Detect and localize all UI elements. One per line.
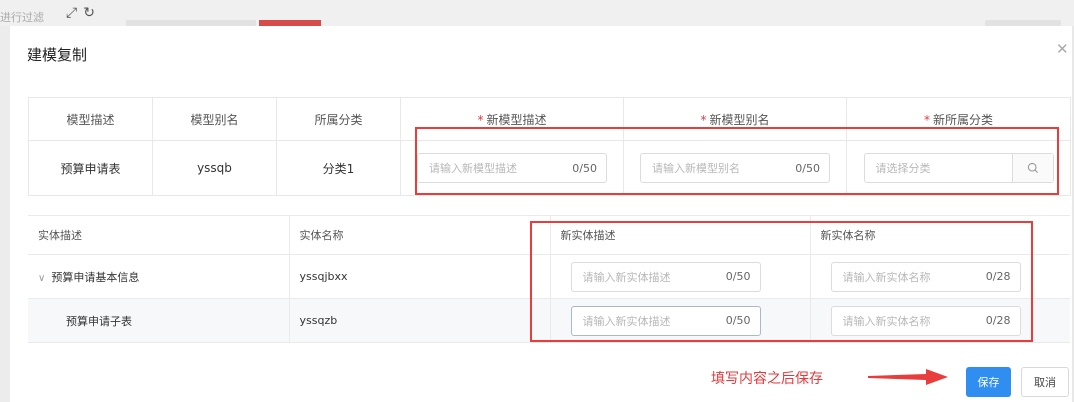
entity-desc-cell: 预算申请子表	[28, 298, 289, 343]
dialog-title: 建模复制	[27, 46, 88, 64]
required-mark: *	[923, 112, 930, 127]
expand-icon[interactable]: ⤢	[66, 5, 83, 21]
header-entity-desc: 实体描述	[28, 215, 289, 255]
copy-model-dialog: 建模复制 ✕ 模型描述 模型别名 所属分类 * 新模型描述 * 新模型别名 * 新所属…	[10, 26, 1072, 402]
annotation-box-entity	[530, 221, 1033, 342]
background-edge-left	[0, 26, 10, 402]
header-entity-name: 实体名称	[288, 215, 550, 255]
required-mark: *	[477, 112, 484, 127]
header-model-desc: 模型描述	[28, 97, 153, 141]
model-category-cell: 分类1	[276, 140, 401, 196]
header-category: 所属分类	[276, 97, 401, 141]
annotation-text: 填写内容之后保存	[711, 371, 823, 387]
filter-label: 进行过滤	[0, 11, 44, 24]
chevron-down-icon[interactable]: ∨	[38, 273, 45, 284]
entity-name-cell: yssqzb	[288, 298, 550, 343]
close-icon[interactable]: ✕	[1056, 40, 1069, 58]
annotation-box-model	[415, 127, 1059, 195]
refresh-icon[interactable]: ↻	[83, 5, 101, 21]
cancel-button[interactable]: 取消	[1021, 367, 1069, 397]
model-desc-cell: 预算申请表	[28, 140, 153, 196]
required-mark: *	[700, 112, 707, 127]
entity-name-cell: yssqjbxx	[288, 254, 550, 299]
arrow-icon	[868, 369, 948, 385]
entity-desc-cell: ∨ 预算申请基本信息	[28, 254, 289, 299]
model-alias-cell: yssqb	[152, 140, 277, 196]
save-button[interactable]: 保存	[966, 367, 1011, 397]
header-model-alias: 模型别名	[152, 97, 277, 141]
toolbar-icons: ⤢↻	[66, 5, 101, 21]
